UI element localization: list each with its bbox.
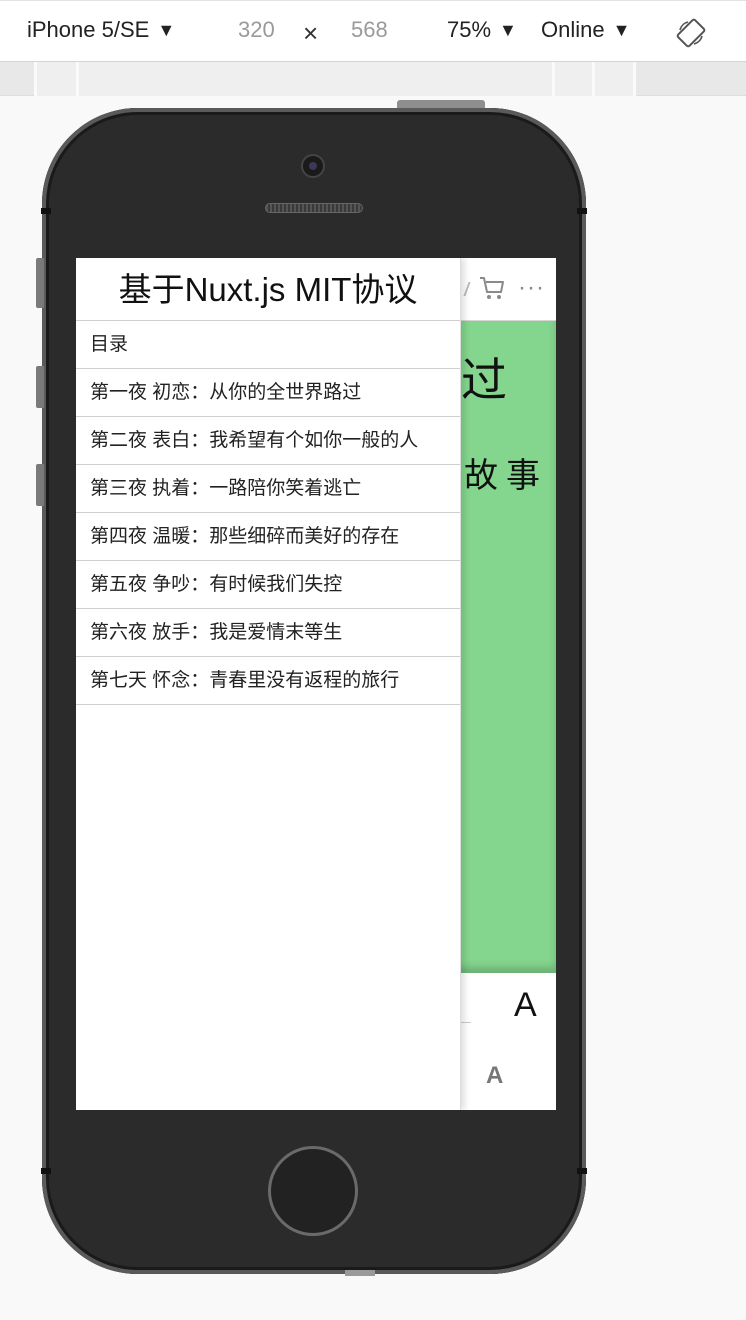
camera-icon xyxy=(303,156,323,176)
speaker-grille xyxy=(265,203,363,213)
phone-antenna-line xyxy=(41,208,51,214)
width-input[interactable]: 320 xyxy=(238,17,275,43)
times-icon: × xyxy=(303,18,319,48)
device-select[interactable]: iPhone 5/SE ▼ xyxy=(27,17,175,43)
chapter-item[interactable]: 第七天 怀念：青春里没有返程的旅行 xyxy=(76,657,460,705)
height-input[interactable]: 568 xyxy=(351,17,388,43)
phone-mute-switch xyxy=(36,258,44,308)
phone-bottom-port xyxy=(345,1270,375,1276)
chapter-item[interactable]: 第四夜 温暖：那些细碎而美好的存在 xyxy=(76,513,460,561)
media-query-segment[interactable] xyxy=(592,62,636,96)
phone-screen: ··· 过 故事 A A 基于Nuxt.js MIT协议 目录 第一夜 初恋：从… xyxy=(76,258,556,1110)
dropdown-arrow-icon: ▼ xyxy=(157,20,176,40)
chapter-item[interactable]: 第二夜 表白：我希望有个如你一般的人 xyxy=(76,417,460,465)
drawer-title: 基于Nuxt.js MIT协议 xyxy=(76,258,460,321)
media-query-segment[interactable] xyxy=(34,62,80,96)
toc-heading: 目录 xyxy=(76,321,460,369)
phone-volume-down xyxy=(36,464,44,506)
story-subtitle: 故事 xyxy=(464,456,548,496)
phone-antenna-line xyxy=(577,1168,587,1174)
phone-antenna-line xyxy=(41,1168,51,1174)
dropdown-arrow-icon: ▼ xyxy=(612,20,631,40)
device-name: iPhone 5/SE xyxy=(27,17,150,42)
zoom-value: 75% xyxy=(447,17,492,42)
media-query-bar xyxy=(0,62,746,96)
chapter-item[interactable]: 第五夜 争吵：有时候我们失控 xyxy=(76,561,460,609)
network-select[interactable]: Online ▼ xyxy=(541,17,630,43)
phone-volume-up xyxy=(36,366,44,408)
home-button xyxy=(268,1146,358,1236)
font-size-small-button[interactable]: A xyxy=(486,1062,503,1090)
font-slider[interactable] xyxy=(460,1010,471,1023)
chapter-item[interactable]: 第六夜 放手：我是爱情末等生 xyxy=(76,609,460,657)
device-toolbar: iPhone 5/SE ▼ 320 × 568 75% ▼ Online ▼ xyxy=(0,0,746,62)
cart-icon[interactable] xyxy=(478,274,506,302)
zoom-select[interactable]: 75% ▼ xyxy=(447,17,517,43)
chapter-item[interactable]: 第一夜 初恋：从你的全世界路过 xyxy=(76,369,460,417)
toc-drawer: 基于Nuxt.js MIT协议 目录 第一夜 初恋：从你的全世界路过 第二夜 表… xyxy=(76,258,461,1110)
chapter-item[interactable]: 第三夜 执着：一路陪你笑着逃亡 xyxy=(76,465,460,513)
network-value: Online xyxy=(541,17,605,42)
dropdown-arrow-icon: ▼ xyxy=(499,20,517,40)
more-icon[interactable]: ··· xyxy=(518,274,545,302)
media-query-segment[interactable] xyxy=(76,62,556,96)
rotate-icon[interactable] xyxy=(676,18,706,48)
font-size-large-button[interactable]: A xyxy=(514,986,537,1025)
phone-antenna-line xyxy=(577,208,587,214)
story-title: 过 xyxy=(461,353,507,407)
media-query-segment[interactable] xyxy=(552,62,596,96)
